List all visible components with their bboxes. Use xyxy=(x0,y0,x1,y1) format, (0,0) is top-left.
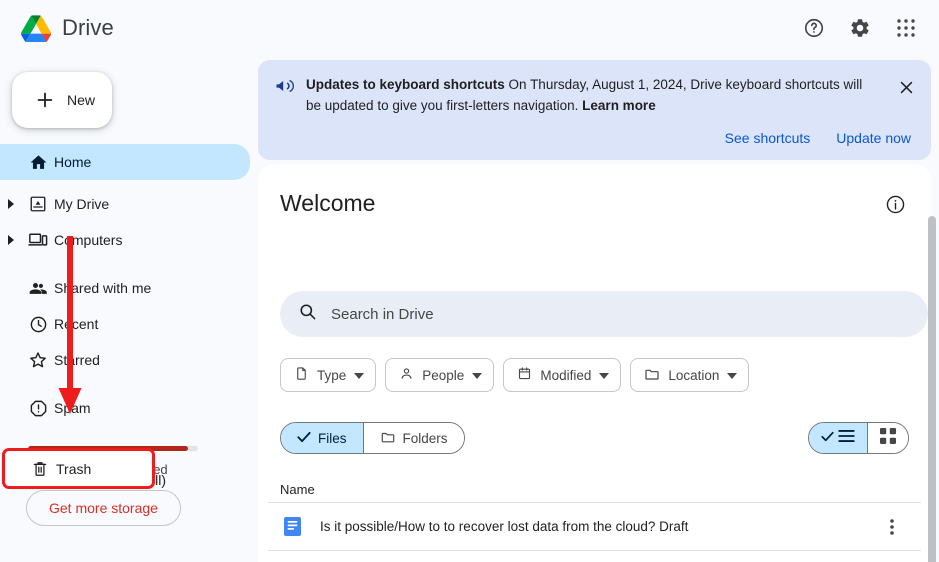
search-bar[interactable] xyxy=(280,291,928,337)
grid-view-button[interactable] xyxy=(867,423,908,453)
tab-files[interactable]: Files xyxy=(281,423,363,453)
chevron-right-icon[interactable] xyxy=(0,235,22,245)
file-name: Is it possible/How to to recover lost da… xyxy=(320,519,689,534)
filter-chip-label: Location xyxy=(668,367,720,383)
filter-chip-label: Modified xyxy=(540,367,592,383)
chevron-right-icon[interactable] xyxy=(0,199,22,209)
sidebar-item-computers[interactable]: Computers xyxy=(0,224,250,256)
sidebar-item-label: Shared with me xyxy=(54,280,152,296)
keyboard-shortcuts-banner: Updates to keyboard shortcuts On Thursda… xyxy=(258,60,931,160)
folder-icon xyxy=(380,430,396,447)
nav-divider-gap xyxy=(0,256,250,272)
plus-icon xyxy=(37,92,53,108)
campaign-icon xyxy=(274,76,295,101)
page-title: Welcome xyxy=(280,190,376,216)
get-more-storage-button[interactable]: Get more storage xyxy=(26,490,181,526)
scope-toggle: Files Folders xyxy=(280,422,465,454)
check-icon xyxy=(297,431,311,446)
filter-chip-modified[interactable]: Modified xyxy=(503,358,622,392)
sidebar-item-home[interactable]: Home xyxy=(0,144,250,180)
list-view-button[interactable] xyxy=(809,423,867,453)
table-row[interactable]: Is it possible/How to to recover lost da… xyxy=(268,502,921,550)
sidebar-item-shared-with-me[interactable]: Shared with me xyxy=(0,272,250,304)
chevron-down-icon xyxy=(599,368,610,383)
view-toggle xyxy=(808,422,909,454)
more-actions-icon[interactable] xyxy=(877,512,907,542)
google-docs-icon xyxy=(282,517,302,537)
sidebar-item-recent[interactable]: Recent xyxy=(0,308,250,340)
app-header: Drive xyxy=(0,0,939,56)
clock-icon xyxy=(22,315,54,334)
header-actions xyxy=(795,0,925,56)
sidebar-item-label: Starred xyxy=(54,352,100,368)
check-icon xyxy=(821,429,834,447)
filter-chip-type[interactable]: Type xyxy=(280,358,377,392)
sidebar-item-label: Computers xyxy=(54,232,123,248)
main-content: Updates to keyboard shortcuts On Thursda… xyxy=(250,56,939,562)
spam-icon xyxy=(22,399,54,418)
google-drive-logo[interactable] xyxy=(14,8,58,48)
app-title: Drive xyxy=(62,15,114,40)
sidebar-item-label: Spam xyxy=(54,400,91,416)
sidebar-item-trash[interactable]: Trash xyxy=(2,448,155,489)
new-button-label: New xyxy=(67,92,96,108)
filter-chip-location[interactable]: Location xyxy=(630,358,750,392)
learn-more-link[interactable]: Learn more xyxy=(582,98,656,113)
welcome-panel: Welcome Search in Drive Type People Modi… xyxy=(258,164,931,562)
tab-folders[interactable]: Folders xyxy=(362,423,464,453)
filter-chip-label: People xyxy=(422,367,465,383)
trash-icon xyxy=(24,459,56,478)
filter-chip-people[interactable]: People xyxy=(385,358,495,392)
banner-actions: See shortcuts Update now xyxy=(719,126,917,150)
my-drive-icon xyxy=(22,195,54,213)
tab-files-label: Files xyxy=(318,430,347,446)
chevron-down-icon xyxy=(727,368,738,383)
google-drive-window: Drive New Home My Drive Computers Shared… xyxy=(0,0,939,562)
search-icon xyxy=(298,302,317,326)
banner-message: Updates to keyboard shortcuts On Thursda… xyxy=(306,74,878,116)
file-list: Is it possible/How to to recover lost da… xyxy=(268,502,921,562)
nav-divider-gap-2 xyxy=(0,376,250,392)
search-input[interactable] xyxy=(331,305,891,323)
tab-folders-label: Folders xyxy=(402,430,448,446)
sidebar-item-spam[interactable]: Spam xyxy=(0,392,250,424)
sidebar: New Home My Drive Computers Shared with … xyxy=(0,56,250,562)
column-header-name: Name xyxy=(280,482,315,497)
people-icon xyxy=(22,278,54,298)
apps-grid-icon[interactable] xyxy=(887,9,925,47)
table-row[interactable]: N5 Guidelines xyxy=(268,550,921,562)
grid-icon xyxy=(880,427,896,449)
new-button[interactable]: New xyxy=(12,72,112,128)
banner-title: Updates to keyboard shortcuts xyxy=(306,77,505,92)
sidebar-item-my-drive[interactable]: My Drive xyxy=(0,188,250,220)
sidebar-item-label: Home xyxy=(54,154,92,170)
vertical-scrollbar[interactable] xyxy=(928,216,936,562)
file-icon xyxy=(294,366,309,384)
home-icon xyxy=(22,153,54,172)
chevron-down-icon xyxy=(354,368,365,383)
list-icon xyxy=(838,429,855,448)
person-icon xyxy=(399,366,414,384)
chevron-down-icon xyxy=(472,368,483,383)
calendar-icon xyxy=(517,366,532,384)
sidebar-item-starred[interactable]: Starred xyxy=(0,344,250,376)
gear-icon[interactable] xyxy=(841,9,879,47)
filter-chip-label: Type xyxy=(317,367,347,383)
update-now-button[interactable]: Update now xyxy=(830,126,917,150)
see-shortcuts-button[interactable]: See shortcuts xyxy=(719,126,817,150)
computers-icon xyxy=(22,231,54,249)
folder-icon xyxy=(644,366,660,385)
star-icon xyxy=(22,350,54,370)
help-icon[interactable] xyxy=(795,9,833,47)
info-icon[interactable] xyxy=(885,194,909,218)
filter-chips: Type People Modified Location xyxy=(280,358,750,392)
sidebar-item-label: My Drive xyxy=(54,196,110,212)
close-icon[interactable] xyxy=(891,72,921,102)
sidebar-item-label: Recent xyxy=(54,316,99,332)
sidebar-item-label: Trash xyxy=(56,460,92,477)
